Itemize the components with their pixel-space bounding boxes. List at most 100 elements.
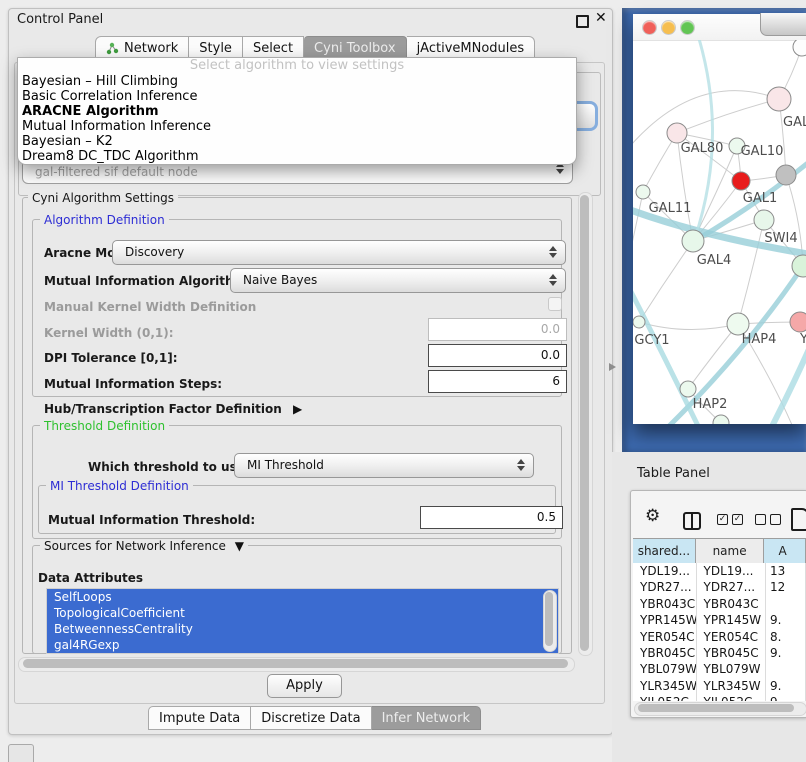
node-label: GAL11 [649,201,692,216]
table-row[interactable]: YBR045CYBR045C9. [633,645,806,661]
table-row[interactable]: YBR043CYBR043C [633,596,806,612]
table-cell: 9. [766,678,806,694]
attribute-list-item[interactable]: BetweennessCentrality [47,621,558,637]
mi-type-combobox[interactable]: Naive Bayes [230,268,566,293]
network-node[interactable] [680,381,696,397]
mi-threshold-field[interactable]: 0.5 [420,506,563,529]
which-threshold-combobox[interactable]: MI Threshold [234,453,534,478]
network-edge [677,99,779,133]
network-node[interactable] [713,415,729,424]
table-header-row: shared...nameA [633,538,806,564]
dpi-tolerance-label: DPI Tolerance [0,1]: [44,351,178,365]
mi-type-value: Naive Bayes [243,269,317,292]
application-root: Control Panel ✕ Network Style Select Cyn… [0,0,806,762]
manual-kernel-checkbox[interactable] [548,297,562,311]
zoom-traffic-light-icon[interactable] [681,21,694,34]
network-node[interactable] [767,87,791,111]
network-node[interactable] [667,123,687,143]
network-edge [738,220,764,324]
settings-horizontal-scrollbar[interactable] [18,657,575,672]
minimize-traffic-light-icon[interactable] [662,21,675,34]
network-node[interactable] [776,165,796,185]
table-cell: YBL079W [697,661,766,677]
scrollbar-thumb[interactable] [638,704,794,712]
data-attributes-list[interactable]: SelfLoopsTopologicalCoefficientBetweenne… [46,588,559,654]
table-row[interactable]: YER054CYER054C8. [633,629,806,645]
apply-button[interactable]: Apply [267,674,342,698]
tab-infer-network[interactable]: Infer Network [372,706,481,730]
gear-icon[interactable]: ⚙ [645,508,660,525]
table-cell: 8. [766,629,806,645]
table-row[interactable]: YDL19...YDL19...13 [633,563,806,579]
scrollbar-thumb[interactable] [580,195,589,651]
tab-label: Select [253,41,293,56]
float-window-icon[interactable] [576,15,589,28]
tab-discretize-data[interactable]: Discretize Data [251,706,371,730]
aracne-mode-combobox[interactable]: Discovery [112,240,566,265]
algorithm-option[interactable]: Mutual Information Inference [18,119,576,134]
table-row[interactable]: YIL052CYIL052C9 [633,694,806,701]
table-row[interactable]: YPR145WYPR145W9. [633,612,806,628]
table-row[interactable]: YBL079WYBL079W [633,661,806,677]
network-node[interactable] [636,185,650,199]
kernel-width-field[interactable]: 0.0 [428,318,567,341]
attribute-list-item[interactable]: SelfLoops [47,589,558,605]
column-header[interactable]: name [696,539,765,563]
unchecked-box-icon [755,514,766,525]
attributes-list-scrollbar[interactable] [543,590,557,652]
deselect-all-columns-icon[interactable] [755,514,781,525]
attribute-list-item[interactable]: TopologicalCoefficient [47,605,558,621]
hub-definition-expander[interactable]: Hub/Transcription Factor Definition ▶ [44,402,302,416]
sources-title-label: Sources for Network Inference [44,539,226,553]
collapse-arrow-icon: ▼ [235,539,244,553]
dpi-tolerance-field[interactable]: 0.0 [428,344,567,367]
mi-threshold-group-title: MI Threshold Definition [46,479,193,493]
table-row[interactable]: YLR345WYLR345W9. [633,678,806,694]
settings-vertical-scrollbar[interactable] [578,192,593,656]
mi-threshold-value: 0.5 [537,507,556,528]
mi-steps-value: 6 [552,371,560,392]
node-label: GAL1 [743,191,777,206]
network-node[interactable] [790,312,806,332]
node-label: SWI4 [764,231,797,246]
mi-threshold-label: Mutual Information Threshold: [48,513,255,527]
network-node[interactable] [754,210,774,230]
network-node[interactable] [682,230,704,252]
column-header[interactable]: A [764,539,806,563]
table-row[interactable]: YDR27...YDR27...12 [633,579,806,595]
scrollbar-thumb[interactable] [545,592,553,646]
which-threshold-value: MI Threshold [247,454,324,477]
document-icon[interactable] [791,508,806,531]
algorithm-option[interactable]: Basic Correlation Inference [18,89,576,104]
sources-group-title[interactable]: Sources for Network Inference ▼ [40,539,248,553]
bottom-corner-button[interactable] [8,744,34,762]
network-toolbar-fragment[interactable] [760,13,806,36]
algorithm-option[interactable]: Dream8 DC_TDC Algorithm [18,149,576,164]
algorithm-option[interactable]: Bayesian – Hill Climbing [18,74,576,89]
table-horizontal-scrollbar[interactable] [634,702,806,716]
select-all-columns-icon[interactable]: ✓ ✓ [717,514,743,525]
network-node[interactable] [792,255,806,277]
close-traffic-light-icon[interactable] [643,21,656,34]
algorithm-option[interactable]: Bayesian – K2 [18,134,576,149]
network-node[interactable] [793,40,806,56]
network-node[interactable] [732,172,750,190]
tab-impute-data[interactable]: Impute Data [148,706,251,730]
network-node[interactable] [633,316,645,328]
algorithm-option[interactable]: ARACNE Algorithm [18,104,576,119]
network-edge [695,40,713,238]
columns-icon[interactable] [683,512,701,530]
network-canvas[interactable]: GALGAL80GAL10GAL11GAL1SWI4GAL4GCY1HAP4YH… [633,40,806,424]
tab-label: Impute Data [159,711,240,726]
dpi-tolerance-value: 0.0 [541,345,560,366]
close-icon[interactable]: ✕ [595,10,607,26]
table-body[interactable]: YDL19...YDL19...13YDR27...YDR27...12YBR0… [633,563,806,701]
column-header[interactable]: shared... [633,539,696,563]
scrollbar-thumb[interactable] [23,659,568,668]
mi-steps-field[interactable]: 6 [428,370,567,393]
network-icon [106,42,119,55]
unchecked-box-icon [770,514,781,525]
table-cell: YLR345W [633,678,697,694]
attribute-list-item[interactable]: gal4RGexp [47,637,558,653]
network-graph: GALGAL80GAL10GAL11GAL1SWI4GAL4GCY1HAP4YH… [633,40,806,424]
